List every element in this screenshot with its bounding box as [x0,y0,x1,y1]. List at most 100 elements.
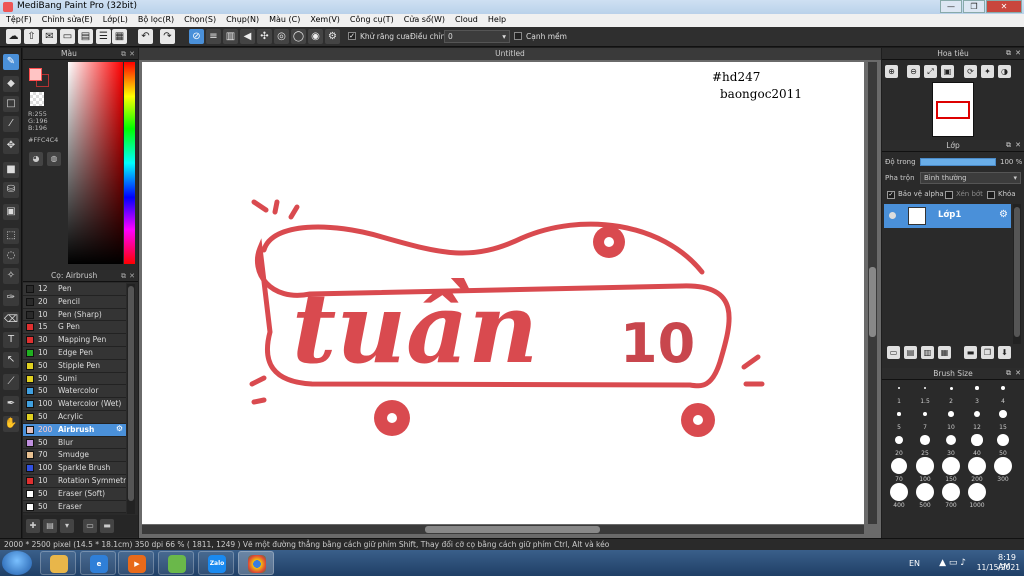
zoom-out-icon[interactable]: ⊖ [907,65,920,78]
gear-icon[interactable]: ⚙ [999,209,1008,220]
taskbar-ie[interactable]: e [80,551,116,575]
menu-window[interactable]: Cửa sổ(W) [398,14,445,27]
stripes-icon[interactable]: ≡ [206,29,221,44]
float-icon[interactable]: ⧉ [121,271,126,282]
reset-view-icon[interactable]: ✦ [981,65,994,78]
brush-scrollbar[interactable] [127,284,135,514]
upload-icon[interactable]: ⇧ [24,29,39,44]
edge-checkbox[interactable] [514,32,522,40]
brush-size-cell[interactable]: 200 [964,457,990,483]
menu-view[interactable]: Xem(V) [304,14,340,27]
color-history-icon[interactable]: ◍ [47,152,61,166]
hue-slider[interactable] [124,62,135,264]
target-icon[interactable]: ◉ [308,29,323,44]
start-button[interactable] [2,551,32,575]
brush-size-cell[interactable]: 400 [886,483,912,509]
redo-icon[interactable]: ↷ [160,29,175,44]
add-brush-icon[interactable]: ✚ [26,519,40,533]
brush-size-cell[interactable]: 70 [886,457,912,483]
brush-row[interactable]: 50 Stipple Pen [23,359,126,373]
flip-icon[interactable]: ◑ [998,65,1011,78]
new-halftone-icon[interactable]: ▤ [904,346,917,359]
new-1bit-icon[interactable]: ▦ [938,346,951,359]
menu-tools[interactable]: Công cụ(T) [344,14,394,27]
page-icon[interactable]: ▤ [78,29,93,44]
pen-icon[interactable]: ✒ [3,396,19,412]
gear-icon[interactable]: ⚙ [116,424,123,433]
brush-size-cell[interactable]: 500 [912,483,938,509]
close-button[interactable]: ✕ [986,0,1022,13]
taskbar-media[interactable]: ▶ [118,551,154,575]
select-pen-icon[interactable]: ✑ [3,290,19,306]
scroll-thumb[interactable] [128,286,134,501]
brush-size-cell[interactable]: 300 [990,457,1016,483]
brush-row[interactable]: 70 Smudge [23,449,126,463]
bucket-icon[interactable]: ⛁ [3,182,19,198]
brush-size-cell[interactable]: 1000 [964,483,990,509]
document-tab[interactable]: Untitled [139,48,881,60]
taskbar-app-green[interactable] [158,551,194,575]
close-icon[interactable]: ✕ [1015,48,1021,59]
brush-size-cell[interactable]: 1 [886,379,912,405]
language-indicator[interactable]: EN [909,559,920,568]
eraser-tool-icon[interactable]: ◆ [3,76,19,92]
brush-size-cell[interactable]: 50 [990,431,1016,457]
menu-layer[interactable]: Lớp(L) [97,14,128,27]
brush-size-cell[interactable]: 20 [886,431,912,457]
taskbar-zalo[interactable]: Zalo [198,551,234,575]
brush-row[interactable]: 50 Blur [23,436,126,450]
brush-row[interactable]: 100 Sparkle Brush [23,462,126,475]
brush-size-cell[interactable]: 30 [938,431,964,457]
brush-row[interactable]: 10 Rotation Symmetry [23,474,126,488]
brush-row[interactable]: 50 Sumi [23,372,126,386]
brush-size-cell[interactable]: 7 [912,405,938,431]
close-icon[interactable]: ✕ [1015,368,1021,379]
brush-size-cell[interactable]: 150 [938,457,964,483]
select-eraser-icon[interactable]: ⌫ [3,312,19,328]
brush-row[interactable]: 50 Acrylic [23,410,126,424]
brush-size-cell[interactable]: 40 [964,431,990,457]
menu-file[interactable]: Tệp(F) [0,14,32,27]
brush-size-cell[interactable]: 100 [912,457,938,483]
brush-size-cell[interactable]: 2 [938,379,964,405]
new-8bit-icon[interactable]: ▥ [921,346,934,359]
brush-row[interactable]: 12 Pen [23,283,126,296]
brush-row[interactable]: 20 Pencil [23,295,126,309]
brush-size-cell[interactable]: 1.5 [912,379,938,405]
taskbar-chrome[interactable] [238,551,274,575]
brush-row[interactable]: 30 Mapping Pen [23,334,126,347]
cloud-icon[interactable]: ☁ [6,29,21,44]
blend-mode-select[interactable]: Bình thường ▾ [920,172,1021,184]
saturation-value-picker[interactable] [68,62,123,264]
brush-row[interactable]: 200 Airbrush ⚙ [23,423,126,437]
brush-tool-icon[interactable]: ✎ [3,54,19,70]
gear-icon[interactable]: ⚙ [325,29,340,44]
tray-icons[interactable]: ▲ ▭ ♪ [939,558,966,568]
clipping-checkbox[interactable] [945,191,953,199]
brush-size-cell[interactable]: 15 [990,405,1016,431]
menu-select[interactable]: Chọn(S) [178,14,216,27]
brush-row[interactable]: 50 Watercolor [23,385,126,399]
close-icon[interactable]: ✕ [129,271,135,282]
foreground-color-swatch[interactable] [29,68,42,81]
rect-tool-icon[interactable]: □ [3,96,19,112]
horizontal-scroll-thumb[interactable] [425,526,600,533]
brush-size-cell[interactable]: 12 [964,405,990,431]
brush-size-cell[interactable]: 5 [886,405,912,431]
navigator-preview[interactable] [932,82,974,137]
select-rect-icon[interactable]: ⬚ [3,228,19,244]
canvas-paper[interactable]: tuần 10 #hd247 baongoc2011 [142,62,864,524]
eye-icon[interactable] [889,212,896,219]
maximize-button[interactable]: ❐ [963,0,985,13]
float-icon[interactable]: ⧉ [1006,48,1011,59]
lock-checkbox[interactable] [987,191,995,199]
menu-filter[interactable]: Bộ lọc(R) [132,14,174,27]
fit-icon[interactable]: ⤢ [924,65,937,78]
layer-scroll-thumb[interactable] [1014,207,1020,337]
transform-icon[interactable]: ✣ [257,29,272,44]
move-tool-icon[interactable]: ✥ [3,138,19,154]
brush-size-cell[interactable]: 10 [938,405,964,431]
actual-size-icon[interactable]: ▣ [941,65,954,78]
brush-row[interactable]: 10 Edge Pen [23,346,126,360]
folder-icon[interactable]: ▬ [964,346,977,359]
